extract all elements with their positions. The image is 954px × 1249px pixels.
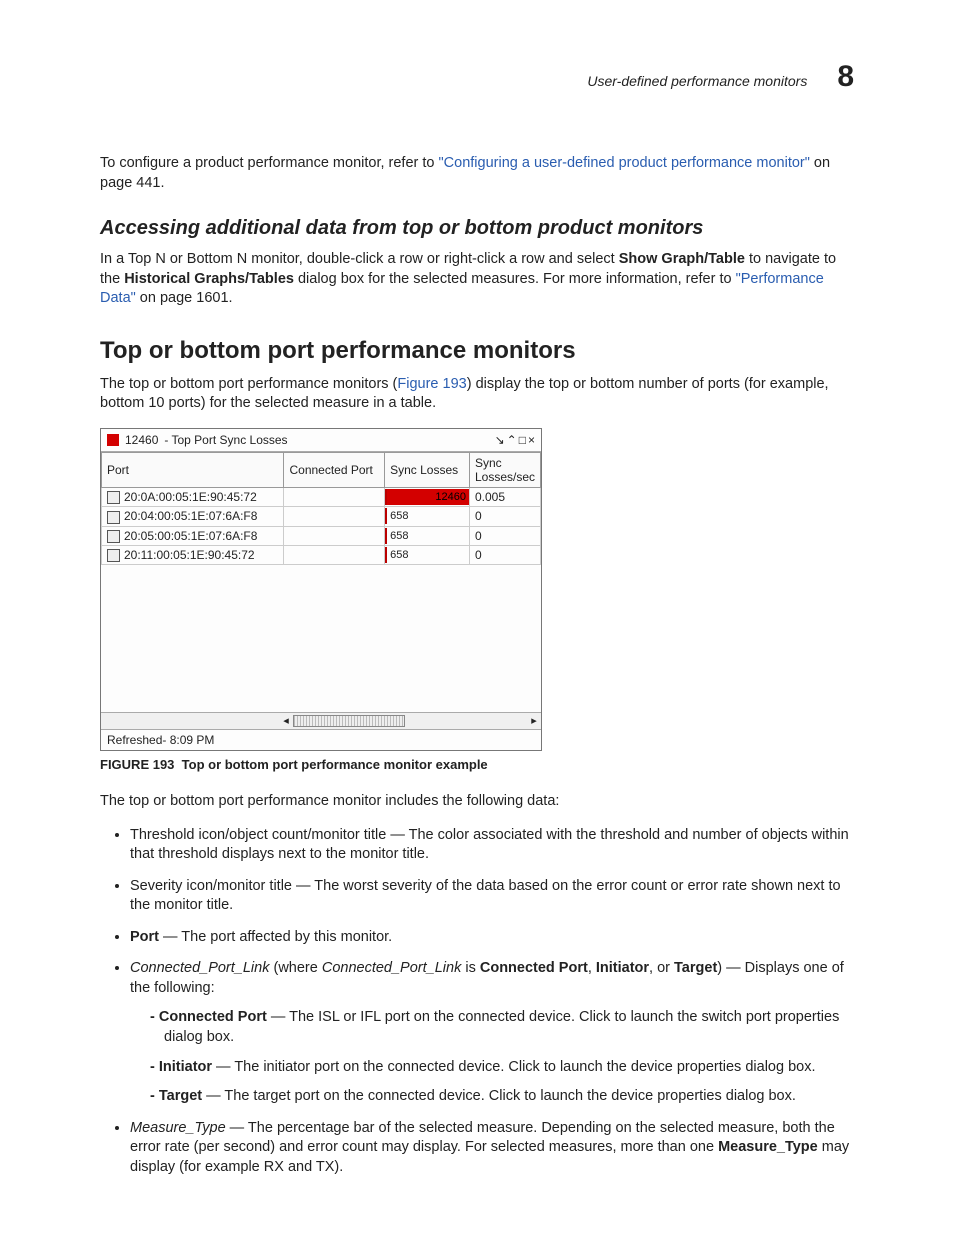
section-intro: The top or bottom port performance monit… <box>100 375 854 414</box>
cell-rate: 0 <box>469 507 540 526</box>
list-item: Threshold icon/object count/monitor titl… <box>130 826 854 865</box>
subsection-paragraph: In a Top N or Bottom N monitor, double-c… <box>100 250 854 309</box>
li-bold: Target <box>674 960 717 976</box>
running-header: User-defined performance monitors 8 <box>100 60 854 94</box>
cell-rate: 0 <box>469 545 540 564</box>
cell-port: 20:04:00:05:1E:07:6A:F8 <box>124 509 257 523</box>
figure-caption: FIGURE 193 Top or bottom port performanc… <box>100 757 854 772</box>
port-icon <box>107 549 120 562</box>
cell-port: 20:0A:00:05:1E:90:45:72 <box>124 490 257 504</box>
link-configuring-monitor[interactable]: "Configuring a user-defined product perf… <box>439 155 810 171</box>
sub-p-c: dialog box for the selected measures. Fo… <box>294 271 736 287</box>
li-text: is <box>461 960 480 976</box>
li-text: (where <box>269 960 321 976</box>
intro-text-a: To configure a product performance monit… <box>100 155 439 171</box>
port-icon <box>107 491 120 504</box>
list-item: Port — The port affected by this monitor… <box>130 928 854 948</box>
li-bold: Target <box>159 1088 202 1104</box>
table-row[interactable]: 20:0A:00:05:1E:90:45:72 12460 0.005 <box>102 487 541 506</box>
table-row[interactable]: 20:11:00:05:1E:90:45:72 658 0 <box>102 545 541 564</box>
li-text: , <box>588 960 596 976</box>
sec-intro-a: The top or bottom port performance monit… <box>100 376 397 392</box>
scroll-left-icon[interactable]: ◂ <box>279 714 293 727</box>
cell-rate: 0.005 <box>469 487 540 506</box>
list-item: Connected_Port_Link (where Connected_Por… <box>130 959 854 1106</box>
sub-p-bold2: Historical Graphs/Tables <box>124 271 294 287</box>
scroll-thumb[interactable] <box>293 715 405 727</box>
horizontal-scrollbar[interactable]: ◂ ▸ <box>101 712 541 729</box>
cell-rate: 0 <box>469 526 540 545</box>
list-item: Target — The target port on the connecte… <box>150 1087 854 1107</box>
chapter-number: 8 <box>837 60 854 94</box>
definition-list: Threshold icon/object count/monitor titl… <box>100 826 854 1178</box>
figure-label: FIGURE 193 <box>100 757 174 772</box>
cell-connected <box>284 507 385 526</box>
figure-monitor-widget: 12460 - Top Port Sync Losses ↘ ⌃ □ × Por… <box>100 428 542 751</box>
widget-count: 12460 <box>125 433 158 447</box>
li-text: — The initiator port on the connected de… <box>212 1059 815 1075</box>
intro-paragraph: To configure a product performance monit… <box>100 154 854 193</box>
col-connected-port[interactable]: Connected Port <box>284 452 385 487</box>
figure-caption-text: Top or bottom port performance monitor e… <box>182 757 488 772</box>
subsection-title: Accessing additional data from top or bo… <box>100 217 854 240</box>
cell-connected <box>284 545 385 564</box>
li-text: , or <box>649 960 674 976</box>
port-icon <box>107 511 120 524</box>
li-bold: Port <box>130 929 159 945</box>
port-icon <box>107 530 120 543</box>
scroll-right-icon[interactable]: ▸ <box>527 714 541 727</box>
link-figure-193[interactable]: Figure 193 <box>397 376 466 392</box>
section-title: Top or bottom port performance monitors <box>100 337 854 365</box>
li-italic: Connected_Port_Link <box>322 960 461 976</box>
li-bold: Initiator <box>159 1059 212 1075</box>
sub-p-d: on page 1601. <box>136 290 233 306</box>
li-text: — The target port on the connected devic… <box>202 1088 796 1104</box>
performance-table: Port Connected Port Sync Losses Sync Los… <box>101 452 541 565</box>
list-item: Connected Port — The ISL or IFL port on … <box>150 1008 854 1047</box>
li-bold: Connected Port <box>159 1009 267 1025</box>
li-text: — The port affected by this monitor. <box>159 929 392 945</box>
li-bold: Initiator <box>596 960 649 976</box>
bar-value: 658 <box>387 528 408 544</box>
li-italic: Measure_Type <box>130 1120 226 1136</box>
close-icon[interactable]: × <box>528 433 535 447</box>
widget-titlebar: 12460 - Top Port Sync Losses ↘ ⌃ □ × <box>101 429 541 452</box>
threshold-icon <box>107 434 119 446</box>
li-italic: Connected_Port_Link <box>130 960 269 976</box>
li-bold: Measure_Type <box>718 1139 818 1155</box>
cell-port: 20:05:00:05:1E:07:6A:F8 <box>124 529 257 543</box>
sub-p-bold1: Show Graph/Table <box>619 251 745 267</box>
col-sync-losses-sec[interactable]: Sync Losses/sec <box>469 452 540 487</box>
col-sync-losses[interactable]: Sync Losses <box>385 452 470 487</box>
pin-icon[interactable]: ↘ <box>495 433 505 447</box>
cell-connected <box>284 487 385 506</box>
sub-p-a: In a Top N or Bottom N monitor, double-c… <box>100 251 619 267</box>
list-item: Severity icon/monitor title — The worst … <box>130 877 854 916</box>
table-row[interactable]: 20:04:00:05:1E:07:6A:F8 658 0 <box>102 507 541 526</box>
widget-title: - Top Port Sync Losses <box>164 433 287 447</box>
widget-status: Refreshed- 8:09 PM <box>101 729 541 750</box>
list-item: Initiator — The initiator port on the co… <box>150 1058 854 1078</box>
maximize-icon[interactable]: □ <box>519 433 526 447</box>
bar-value: 658 <box>387 547 408 563</box>
after-figure-text: The top or bottom port performance monit… <box>100 792 854 812</box>
li-bold: Connected Port <box>480 960 588 976</box>
list-item: Measure_Type — The percentage bar of the… <box>130 1119 854 1178</box>
bar-value: 658 <box>387 508 408 524</box>
table-row[interactable]: 20:05:00:05:1E:07:6A:F8 658 0 <box>102 526 541 545</box>
running-title: User-defined performance monitors <box>587 73 807 89</box>
bar-fill: 12460 <box>387 489 469 505</box>
col-port[interactable]: Port <box>102 452 284 487</box>
cell-port: 20:11:00:05:1E:90:45:72 <box>124 548 255 562</box>
collapse-icon[interactable]: ⌃ <box>507 433 517 447</box>
cell-connected <box>284 526 385 545</box>
